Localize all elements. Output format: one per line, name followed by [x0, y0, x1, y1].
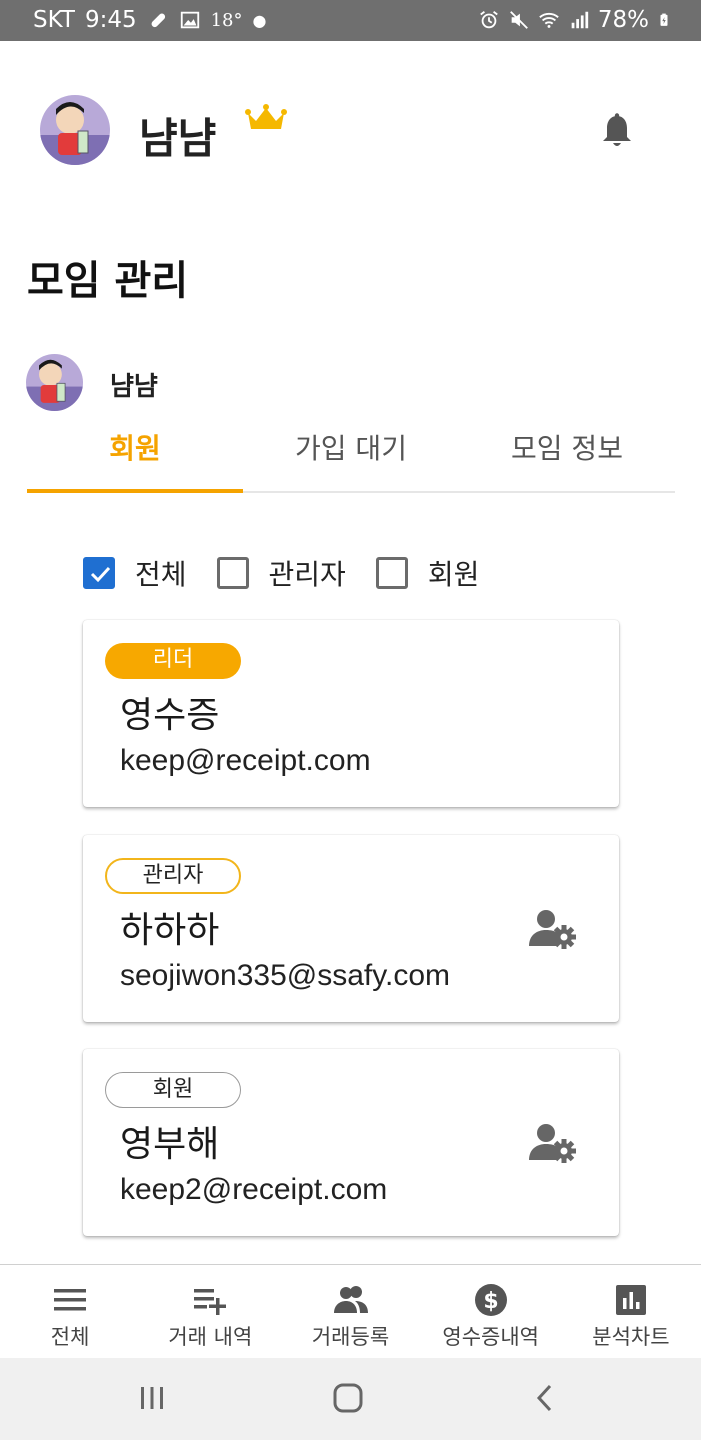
- checkbox-all[interactable]: [83, 557, 115, 589]
- recent-apps-icon[interactable]: [135, 1381, 169, 1415]
- member-card: 관리자 하하하 seojiwon335@ssafy.com: [83, 835, 619, 1022]
- temperature-label: 18°: [210, 9, 243, 31]
- role-badge-admin: 관리자: [105, 858, 241, 894]
- playlist-add-icon: [194, 1289, 227, 1315]
- checkbox-admin[interactable]: [216, 557, 249, 589]
- nav-receipts-label: 영수증내역: [442, 1325, 540, 1349]
- filter-all[interactable]: 전체: [83, 553, 187, 593]
- wifi-icon: [539, 12, 559, 28]
- nav-chart[interactable]: 분석차트: [561, 1265, 701, 1358]
- user-settings-icon[interactable]: [529, 908, 579, 950]
- nav-all[interactable]: 전체: [0, 1265, 140, 1358]
- bottom-nav: 전체 거래 내역 거래등록 $ 영수증내역 분석차트: [0, 1264, 701, 1358]
- user-name: 냠냠: [139, 114, 217, 163]
- user-settings-icon[interactable]: [529, 1122, 579, 1164]
- filter-member[interactable]: 회원: [375, 553, 480, 593]
- nav-receipts[interactable]: $ 영수증내역: [421, 1265, 561, 1358]
- battery-icon: [660, 13, 668, 26]
- back-icon[interactable]: [528, 1381, 562, 1415]
- nav-chart-label: 분석차트: [592, 1325, 670, 1349]
- menu-icon: [54, 1289, 87, 1311]
- nav-register-label: 거래등록: [311, 1325, 390, 1349]
- nav-transactions[interactable]: 거래 내역: [140, 1265, 280, 1358]
- filter-all-label: 전체: [135, 558, 187, 591]
- filter-admin[interactable]: 관리자: [216, 553, 346, 593]
- tab-bar: 회원 가입 대기 모임 정보: [27, 420, 675, 493]
- people-icon: [333, 1286, 368, 1313]
- nav-register[interactable]: 거래등록: [280, 1265, 420, 1358]
- filter-admin-label: 관리자: [268, 558, 346, 591]
- system-nav-bar: [0, 1358, 701, 1440]
- role-badge-member: 회원: [105, 1072, 241, 1108]
- avatar-image: [40, 95, 110, 165]
- avatar[interactable]: [40, 95, 110, 165]
- crown-icon: [245, 104, 287, 129]
- member-email: keep@receipt.com: [120, 744, 371, 777]
- bell-icon[interactable]: [601, 113, 633, 149]
- group-avatar: [26, 354, 83, 411]
- group-avatar-image: [26, 354, 83, 411]
- dot-icon: ●: [252, 10, 267, 30]
- page-title: 모임 관리: [27, 258, 189, 304]
- tab-members[interactable]: 회원: [27, 420, 243, 493]
- bar-chart-icon: [615, 1285, 646, 1315]
- checkbox-member[interactable]: [375, 557, 408, 589]
- member-name: 하하하: [120, 910, 220, 951]
- member-email: keep2@receipt.com: [120, 1173, 388, 1206]
- group-name: 냠냠: [110, 372, 158, 402]
- dollar-circle-icon: $: [474, 1284, 507, 1316]
- tab-group-info[interactable]: 모임 정보: [459, 420, 675, 491]
- signal-icon: [571, 11, 589, 29]
- member-name: 영수증: [120, 695, 220, 736]
- nav-transactions-label: 거래 내역: [168, 1325, 253, 1349]
- check-icon: [90, 566, 111, 583]
- image-icon: [180, 11, 199, 29]
- member-card: 리더 영수증 keep@receipt.com: [83, 620, 619, 807]
- role-badge-leader: 리더: [105, 643, 241, 679]
- role-filters: 전체 관리자 회원: [83, 553, 509, 593]
- tab-pending[interactable]: 가입 대기: [243, 420, 459, 491]
- pill-icon: [151, 13, 165, 28]
- member-name: 영부해: [120, 1124, 220, 1165]
- battery-label: 78%: [597, 7, 649, 33]
- member-card: 회원 영부해 keep2@receipt.com: [83, 1049, 619, 1236]
- filter-member-label: 회원: [427, 558, 480, 591]
- member-email: seojiwon335@ssafy.com: [120, 959, 451, 992]
- nav-all-label: 전체: [50, 1325, 90, 1349]
- svg-text:$: $: [483, 1289, 498, 1314]
- mute-icon: [509, 11, 528, 29]
- home-icon[interactable]: [331, 1381, 365, 1415]
- status-bar: SKT 9:45 18° ● 78%: [0, 0, 701, 41]
- time-label: 9:45: [84, 7, 137, 33]
- carrier-label: SKT: [33, 7, 75, 33]
- alarm-icon: [480, 11, 498, 29]
